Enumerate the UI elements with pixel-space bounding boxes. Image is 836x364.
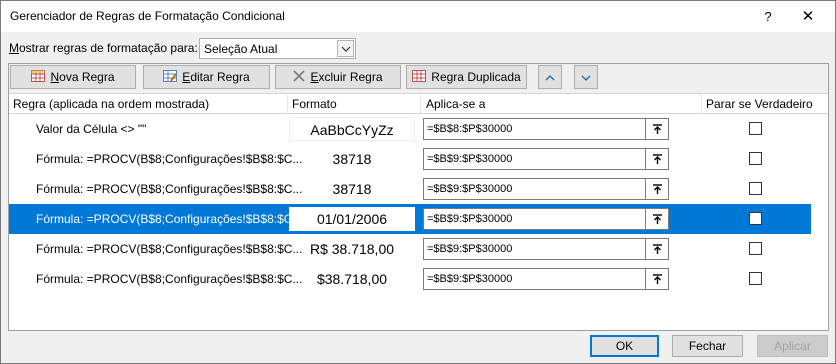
edit-rule-button[interactable]: Editar Regra [143,65,270,89]
format-preview: $38.718,00 [316,271,388,287]
format-preview: 38718 [332,151,372,167]
applies-to-field[interactable]: =$B$9:$P$30000 [423,208,669,230]
collapse-dialog-icon[interactable] [645,209,668,229]
stop-if-true-checkbox[interactable] [749,212,762,225]
rule-description: Fórmula: =PROCV(B$8;Configurações!$B$8:$… [36,152,303,166]
duplicate-rule-button[interactable]: Regra Duplicada [406,65,527,89]
stop-if-true-checkbox[interactable] [749,242,762,255]
column-header-format[interactable]: Formato [292,97,337,111]
applies-to-field[interactable]: =$B$8:$P$30000 [423,118,669,140]
applies-to-value: =$B$9:$P$30000 [427,153,513,165]
applies-to-value: =$B$9:$P$30000 [427,213,513,225]
new-rule-text: ova Regra [59,70,115,84]
collapse-dialog-icon[interactable] [645,149,668,169]
new-rule-label: Nova Regra [50,70,114,84]
move-down-button[interactable] [574,65,598,89]
collapse-dialog-icon[interactable] [645,239,668,259]
chevron-down-icon [581,70,591,84]
applies-to-value: =$B$9:$P$30000 [427,243,513,255]
rule-row[interactable]: Fórmula: =PROCV(B$8;Configurações!$B$8:$… [9,174,811,204]
column-header-applies-to[interactable]: Aplica-se a [426,97,485,111]
rule-description: Fórmula: =PROCV(B$8;Configurações!$B$8:$… [36,212,303,226]
column-divider[interactable] [701,94,702,114]
applies-to-field[interactable]: =$B$9:$P$30000 [423,148,669,170]
chevron-down-icon[interactable] [337,40,354,57]
rule-row[interactable]: Fórmula: =PROCV(B$8;Configurações!$B$8:$… [9,144,811,174]
rule-description: Fórmula: =PROCV(B$8;Configurações!$B$8:$… [36,182,303,196]
format-preview: 01/01/2006 [289,207,415,231]
show-rules-label-accelerator: M [9,41,19,55]
delete-x-icon [293,69,306,85]
applies-to-value: =$B$9:$P$30000 [427,273,513,285]
stop-if-true-checkbox[interactable] [749,152,762,165]
close-dialog-button[interactable]: Fechar [672,335,743,357]
delete-rule-button[interactable]: Excluir Regra [275,65,401,89]
collapse-dialog-icon[interactable] [645,179,668,199]
format-preview: 38718 [332,181,372,197]
collapse-dialog-icon[interactable] [645,119,668,139]
rule-row[interactable]: Fórmula: =PROCV(B$8;Configurações!$B$8:$… [9,264,811,294]
rule-description: Valor da Célula <> "" [36,122,147,136]
duplicate-rule-label: Regra Duplicada [431,70,521,84]
column-header-rule[interactable]: Regra (aplicada na ordem mostrada) [13,97,209,111]
new-rule-button[interactable]: Nova Regra [10,65,136,89]
applies-to-field[interactable]: =$B$9:$P$30000 [423,238,669,260]
rules-table-header: Regra (aplicada na ordem mostrada) Forma… [9,93,828,114]
applies-to-value: =$B$8:$P$30000 [427,123,513,135]
collapse-dialog-icon[interactable] [645,269,668,289]
edit-rule-label: Editar Regra [182,70,249,84]
format-preview: AaBbCcYyZz [289,117,415,141]
rule-row-selected[interactable]: Fórmula: =PROCV(B$8;Configurações!$B$8:$… [9,204,811,234]
help-button[interactable]: ? [753,3,783,31]
title-bar: Gerenciador de Regras de Formatação Cond… [1,1,835,32]
show-rules-selected-value: Seleção Atual [204,42,278,56]
table-grid-icon [31,69,46,85]
applies-to-field[interactable]: =$B$9:$P$30000 [423,268,669,290]
show-rules-label: Mostrar regras de formatação para: [9,41,198,55]
rules-list: Valor da Célula <> "" AaBbCcYyZz =$B$8:$… [9,114,828,330]
stop-if-true-checkbox[interactable] [749,272,762,285]
apply-button[interactable]: Aplicar [757,335,828,357]
conditional-formatting-dialog: Gerenciador de Regras de Formatação Cond… [0,0,836,364]
duplicate-table-icon [412,69,427,85]
rule-row[interactable]: Fórmula: =PROCV(B$8;Configurações!$B$8:$… [9,234,811,264]
show-rules-label-text: ostrar regras de formatação para: [19,41,198,55]
applies-to-value: =$B$9:$P$30000 [427,183,513,195]
move-up-button[interactable] [538,65,562,89]
delete-rule-label: Excluir Regra [310,70,382,84]
format-preview: R$ 38.718,00 [309,241,395,257]
column-header-stop-if-true[interactable]: Parar se Verdadeiro [706,97,813,111]
stop-if-true-checkbox[interactable] [749,122,762,135]
rule-row[interactable]: Valor da Célula <> "" AaBbCcYyZz =$B$8:$… [9,114,811,144]
edit-table-icon [163,69,178,85]
applies-to-field[interactable]: =$B$9:$P$30000 [423,178,669,200]
column-divider[interactable] [287,94,288,114]
window-title: Gerenciador de Regras de Formatação Cond… [10,9,285,23]
rule-description: Fórmula: =PROCV(B$8;Configurações!$B$8:$… [36,242,303,256]
new-rule-accelerator: N [50,70,60,84]
rule-description: Fórmula: =PROCV(B$8;Configurações!$B$8:$… [36,272,303,286]
delete-rule-text: xcluir Regra [318,70,383,84]
chevron-up-icon [545,70,555,84]
close-button[interactable]: ✕ [793,3,823,31]
column-divider[interactable] [420,94,421,114]
edit-rule-text: ditar Regra [190,70,250,84]
show-rules-dropdown[interactable]: Seleção Atual [199,38,356,59]
stop-if-true-checkbox[interactable] [749,182,762,195]
ok-button[interactable]: OK [590,335,659,357]
